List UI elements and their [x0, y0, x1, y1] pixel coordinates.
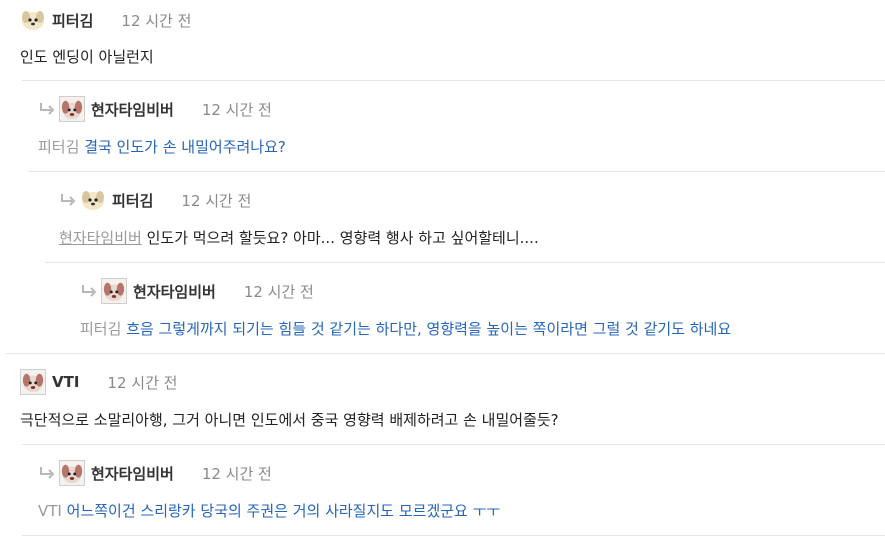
mention[interactable]: VTI — [38, 502, 62, 520]
comment-author[interactable]: 현자타임비버 — [91, 99, 174, 120]
divider — [6, 353, 885, 354]
divider — [22, 535, 885, 536]
comment-body: 인도 엔딩이 아닐런지 — [20, 47, 154, 67]
avatar-icon[interactable] — [59, 96, 85, 122]
comment-body: VTI 어느쪽이건 스리랑카 당국의 주권은 거의 사라질지도 모르겠군요 ㅜㅜ — [38, 501, 500, 521]
reply-arrow-icon — [40, 103, 55, 115]
avatar-icon[interactable] — [20, 369, 46, 395]
comment-text: 흐음 그렇게까지 되기는 힘들 것 같기는 하다만, 영향력을 높이는 쪽이라면… — [126, 320, 732, 338]
comment-time: 12 시간 전 — [121, 11, 192, 30]
avatar-icon[interactable] — [80, 187, 106, 213]
comment-time: 12 시간 전 — [107, 373, 178, 392]
comment-text: 어느쪽이건 스리랑카 당국의 주권은 거의 사라질지도 모르겠군요 ㅜㅜ — [66, 502, 501, 520]
reply-arrow-icon — [61, 194, 76, 206]
comment-body: 피터김 결국 인도가 손 내밀어주려나요? — [38, 137, 286, 157]
mention[interactable]: 피터김 — [38, 138, 79, 156]
comment-time: 12 시간 전 — [181, 191, 252, 210]
comment-body: 극단적으로 소말리아행, 그거 아니면 인도에서 중국 영향력 배제하려고 손 … — [20, 410, 559, 430]
comment-time: 12 시간 전 — [201, 100, 272, 119]
comment-text: 극단적으로 소말리아행, 그거 아니면 인도에서 중국 영향력 배제하려고 손 … — [20, 411, 559, 429]
comment-author[interactable]: 현자타임비버 — [133, 281, 216, 302]
comment-body: 현자타임비버 인도가 먹으려 할듯요? 아마... 영향력 행사 하고 싶어할테… — [59, 228, 539, 248]
comment-author[interactable]: VTI — [52, 373, 79, 391]
avatar-icon[interactable] — [101, 278, 127, 304]
comment-time: 12 시간 전 — [201, 464, 272, 483]
comment-body: 피터김 흐음 그렇게까지 되기는 힘들 것 같기는 하다만, 영향력을 높이는 … — [80, 319, 731, 339]
reply-arrow-icon — [82, 285, 97, 297]
comment-text: 결국 인도가 손 내밀어주려나요? — [84, 138, 286, 156]
reply-arrow-icon — [40, 467, 55, 479]
comment-author[interactable]: 현자타임비버 — [91, 463, 174, 484]
mention[interactable]: 피터김 — [80, 320, 121, 338]
avatar-icon[interactable] — [59, 460, 85, 486]
avatar-icon[interactable] — [20, 7, 46, 33]
divider — [22, 444, 885, 445]
comment-text: 인도 엔딩이 아닐런지 — [20, 48, 154, 66]
comment-author[interactable]: 피터김 — [52, 10, 93, 31]
comment-time: 12 시간 전 — [243, 282, 314, 301]
comment-text: 인도가 먹으려 할듯요? 아마... 영향력 행사 하고 싶어할테니.... — [146, 229, 539, 247]
divider — [22, 80, 885, 81]
divider — [28, 171, 885, 172]
mention[interactable]: 현자타임비버 — [59, 229, 142, 247]
comment-author[interactable]: 피터김 — [112, 190, 153, 211]
divider — [45, 262, 885, 263]
